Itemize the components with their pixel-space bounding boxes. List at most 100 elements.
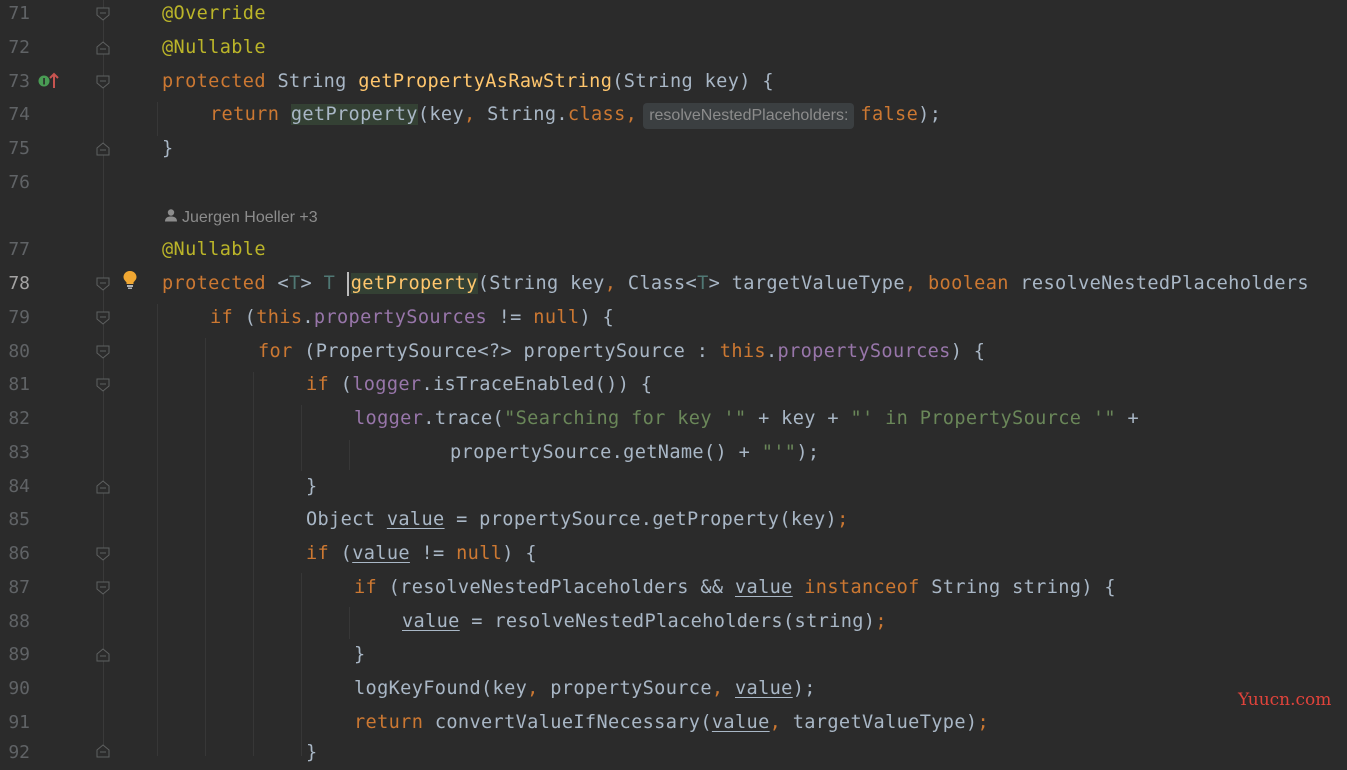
code-token: = resolveNestedPlaceholders(string)	[459, 611, 876, 632]
comma: ,	[527, 678, 539, 699]
code-line-81: if (logger.isTraceEnabled()) {	[306, 368, 652, 402]
semicolon: ;	[875, 611, 887, 632]
code-token: + key +	[746, 408, 851, 429]
person-icon	[164, 206, 178, 230]
method-call-highlight: getProperty	[290, 104, 418, 125]
fold-marker-icon[interactable]	[96, 75, 110, 89]
field: logger	[354, 408, 424, 429]
code-token: <	[265, 273, 289, 294]
code-line-77: @Nullable	[162, 233, 266, 267]
code-line-80: for (PropertySource<?> propertySource : …	[258, 335, 985, 369]
line-number: 87	[8, 577, 30, 598]
indent-guide	[301, 573, 302, 756]
fold-marker-icon[interactable]	[96, 142, 110, 156]
fold-marker-icon[interactable]	[96, 7, 110, 21]
code-line-86: if (value != null) {	[306, 537, 537, 571]
watermark: Yuucn.com	[1238, 690, 1332, 710]
code-line-91: return convertValueIfNecessary(value, ta…	[354, 706, 989, 740]
code-token: Object	[306, 509, 387, 530]
fold-marker-icon[interactable]	[96, 581, 110, 595]
comma: ,	[604, 273, 617, 294]
current-line-number: 78	[8, 273, 30, 294]
comma: ,	[904, 273, 917, 294]
code-line-72: @Nullable	[162, 31, 266, 65]
keyword: return	[354, 712, 424, 733]
code-line-84: }	[306, 470, 318, 504]
keyword: if	[210, 307, 234, 328]
author-hint-text: Juergen Hoeller +3	[182, 209, 318, 227]
line-number: 76	[8, 172, 30, 193]
keyword: null	[533, 307, 580, 328]
code-line-78: protected <T> T getProperty(String key, …	[162, 267, 1309, 301]
fold-marker-icon[interactable]	[96, 277, 110, 291]
code-token: logKeyFound(key	[354, 678, 528, 699]
code-token: propertySource.getName() +	[450, 442, 762, 463]
fold-marker-icon[interactable]	[96, 41, 110, 55]
local-variable: value	[734, 678, 793, 699]
keyword: class	[567, 104, 626, 125]
fold-marker-icon[interactable]	[96, 378, 110, 392]
code-line-89: }	[354, 638, 366, 672]
line-number: 80	[8, 341, 30, 362]
fold-marker-icon[interactable]	[96, 547, 110, 561]
string-literal: "'"	[761, 442, 797, 463]
code-token: String.	[475, 104, 568, 125]
line-number: 81	[8, 374, 30, 395]
line-number-gutter[interactable]: 71 72 73 74 75 76 77 78 79 80 81 82 83 8…	[0, 0, 42, 763]
line-number: 86	[8, 543, 30, 564]
method-name: getPropertyAsRawString	[358, 71, 613, 92]
code-token: );	[792, 678, 816, 699]
svg-text:I: I	[42, 78, 45, 88]
code-token: (resolveNestedPlaceholders &&	[377, 577, 735, 598]
code-token: (PropertySource<?> propertySource :	[292, 341, 720, 362]
code-token: .isTraceEnabled()) {	[421, 374, 653, 395]
keyword: instanceof	[804, 577, 920, 598]
author-hint[interactable]: Juergen Hoeller +3	[164, 206, 318, 230]
fold-marker-icon[interactable]	[96, 311, 110, 325]
comma: ,	[711, 678, 724, 699]
code-token: > targetValueType	[708, 273, 905, 294]
line-number: 85	[8, 509, 30, 530]
code-token: }	[306, 476, 318, 497]
code-token: !=	[487, 307, 534, 328]
fold-marker-icon[interactable]	[96, 345, 110, 359]
comma: ,	[464, 104, 476, 125]
code-line-75: }	[162, 132, 174, 166]
keyword: this	[719, 341, 766, 362]
string-literal: "Searching for key '"	[504, 408, 747, 429]
code-token: (	[329, 374, 353, 395]
fold-marker-icon[interactable]	[96, 480, 110, 494]
code-token: );	[918, 104, 942, 125]
code-line-83: propertySource.getName() + "'");	[450, 436, 819, 470]
code-token: String string) {	[919, 577, 1116, 598]
line-number: 89	[8, 644, 30, 665]
keyword: if	[306, 543, 330, 564]
line-number: 72	[8, 37, 30, 58]
line-number: 79	[8, 307, 30, 328]
field: propertySources	[313, 307, 488, 328]
line-number: 92	[8, 742, 30, 763]
code-line-73: protected String getPropertyAsRawString(…	[162, 65, 774, 99]
keyword: this	[256, 307, 303, 328]
code-token: ) {	[950, 341, 986, 362]
code-token: .	[302, 307, 314, 328]
type-parameter: T	[289, 273, 301, 294]
lightbulb-icon[interactable]	[122, 270, 138, 290]
type-parameter: T	[697, 273, 709, 294]
code-token: .	[765, 341, 778, 362]
fold-marker-icon[interactable]	[96, 648, 110, 662]
code-line-79: if (this.propertySources != null) {	[210, 301, 614, 335]
indent-guide	[301, 405, 302, 471]
code-token: ) {	[579, 307, 615, 328]
line-number: 77	[8, 239, 30, 260]
indent-guide	[157, 102, 158, 136]
code-line-85: Object value = propertySource.getPropert…	[306, 503, 849, 537]
code-line-92: }	[306, 736, 318, 770]
implements-up-arrow-icon[interactable]: I	[38, 72, 60, 90]
keyword: for	[258, 341, 293, 362]
code-token: >	[300, 273, 324, 294]
code-token: (	[233, 307, 257, 328]
code-line-71: @Override	[162, 0, 266, 31]
